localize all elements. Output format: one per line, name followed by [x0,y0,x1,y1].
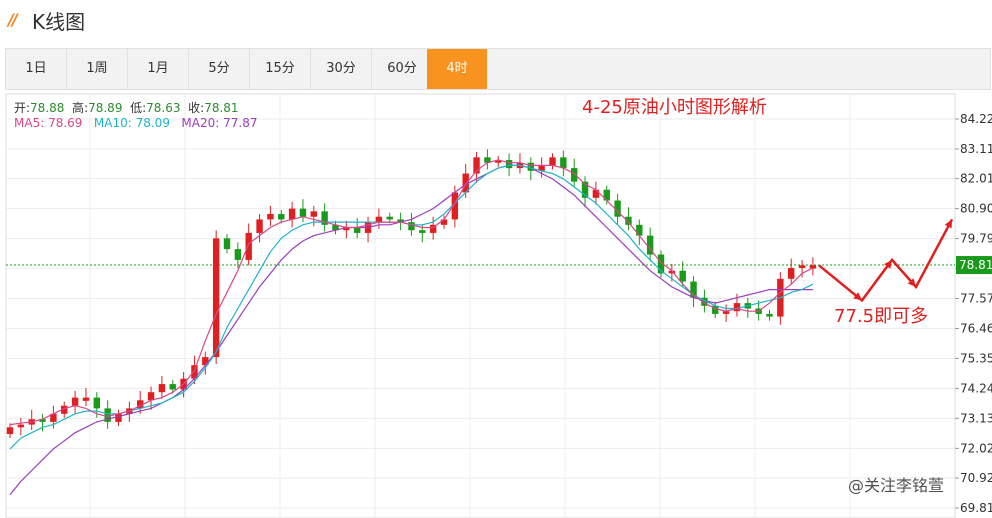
ma5-label: MA5: [14,116,45,130]
y-tick-label: 72.02 [960,441,992,455]
open-value: 78.88 [30,101,65,115]
candle-down [386,216,393,220]
candle-up [256,219,263,233]
high-label: 高: [72,101,89,115]
candle-up [212,238,220,358]
ohlc-readout: 开:78.88 高:78.89 低:78.63 收:78.81 [14,99,239,116]
candle-up [440,219,448,225]
ma10-label: MA10: [93,116,132,130]
candle-up [245,232,252,260]
y-tick-label: 76.46 [960,321,992,335]
candle-up [71,397,79,406]
y-tick-label: 79.79 [960,232,992,246]
candle-down [636,224,643,236]
candle-up [6,427,14,435]
candle-down [419,230,426,233]
candle-up [115,413,122,422]
y-tick-label: 77.57 [960,292,992,306]
ma10-value: 78.09 [135,116,170,130]
candle-up [17,424,25,428]
candle-up [549,157,556,166]
candle-down [505,160,513,169]
candle-up [267,214,274,220]
y-tick-label: 83.11 [960,142,992,156]
candle-down [679,270,686,282]
candle-down [571,168,578,182]
candle-up [592,189,600,198]
y-tick-label: 74.24 [960,381,992,395]
candle-up [375,216,383,223]
candle-down [625,216,632,225]
y-tick-label: 70.92 [960,471,992,485]
candlestick-chart: 84.22 83.11 82.01 80.90 79.79 78.69 77.57 76.46… [5,93,992,518]
candle-up [798,265,806,269]
ma10-line [9,164,814,450]
close-value: 78.81 [204,101,239,115]
candle-up [158,384,166,393]
y-tick-label: 75.35 [960,351,992,365]
candle-up [82,397,90,401]
candle-down [560,157,567,169]
candle-up [310,211,317,217]
projection-path [818,218,954,303]
y-tick-label: 73.13 [960,411,992,425]
ma20-label: MA20: [181,116,220,130]
current-price-label: 78.81 [959,258,992,272]
watermark: @关注李铭萱 [848,476,945,495]
candle-down [169,384,176,390]
candle-down [223,238,231,250]
candle-up [788,268,795,279]
target-annotation: 77.5即可多 [834,306,929,327]
candle-down [234,249,242,260]
candle-down [766,313,773,317]
candle-up [147,392,155,401]
plot-frame [5,93,956,518]
ma-readout: MA5: 78.69 MA10: 78.09 MA20: 77.87 [14,116,257,130]
candle-down [354,227,361,233]
y-tick-label: 69.81 [960,501,992,515]
candle-up [733,303,741,312]
low-label: 低: [130,101,147,115]
close-label: 收: [188,101,205,115]
candle-up [288,208,296,220]
candle-down [93,397,100,409]
y-tick-label: 84.22 [960,112,992,126]
low-value: 78.63 [146,101,181,115]
candle-down [408,222,415,231]
candle-down [299,208,307,217]
ma5-value: 78.69 [48,116,83,130]
candle-down [278,214,285,220]
ma20-value: 77.87 [223,116,258,130]
high-value: 78.89 [88,101,123,115]
analysis-title: 4-25原油小时图形解析 [582,97,767,118]
y-tick-label: 80.90 [960,202,992,216]
y-tick-label: 82.01 [960,172,992,186]
open-label: 开: [14,101,31,115]
